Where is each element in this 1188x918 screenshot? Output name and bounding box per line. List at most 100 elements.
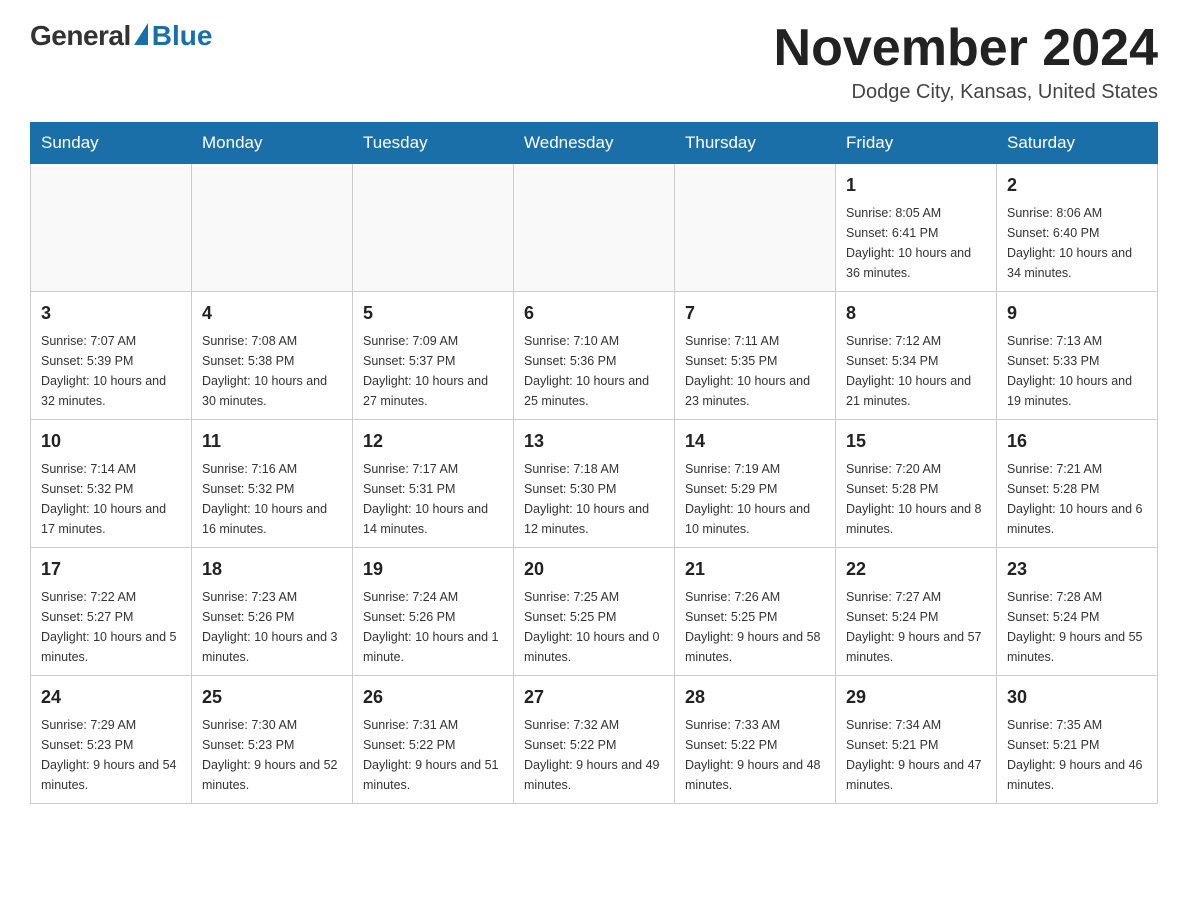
calendar-cell: 25 Sunrise: 7:30 AMSunset: 5:23 PMDayligh…: [192, 676, 353, 804]
day-number: 22: [846, 556, 986, 583]
calendar-cell: 12Sunrise: 7:17 AMSunset: 5:31 PMDayligh…: [353, 420, 514, 548]
day-info: Sunrise: 7:08 AMSunset: 5:38 PMDaylight:…: [202, 331, 342, 411]
day-number: 24: [41, 684, 181, 711]
day-number: 25: [202, 684, 342, 711]
day-info: Sunrise: 7:10 AMSunset: 5:36 PMDaylight:…: [524, 331, 664, 411]
day-number: 14: [685, 428, 825, 455]
day-info: Sunrise: 7:22 AMSunset: 5:27 PMDaylight:…: [41, 587, 181, 667]
week-row-3: 10 Sunrise: 7:14 AMSunset: 5:32 PMDayligh…: [31, 420, 1158, 548]
day-info: Sunrise: 7:14 AMSunset: 5:32 PMDaylight:…: [41, 459, 181, 539]
calendar-cell: 23 Sunrise: 7:28 AMSunset: 5:24 PMDayligh…: [997, 548, 1158, 676]
calendar-cell: 1 Sunrise: 8:05 AMSunset: 6:41 PMDaylight…: [836, 164, 997, 292]
title-area: November 2024 Dodge City, Kansas, United…: [774, 20, 1158, 104]
calendar-cell: 6Sunrise: 7:10 AMSunset: 5:36 PMDaylight…: [514, 292, 675, 420]
calendar-cell: 11 Sunrise: 7:16 AMSunset: 5:32 PMDayligh…: [192, 420, 353, 548]
week-row-1: 1 Sunrise: 8:05 AMSunset: 6:41 PMDaylight…: [31, 164, 1158, 292]
day-number: 15: [846, 428, 986, 455]
calendar-cell: 9 Sunrise: 7:13 AMSunset: 5:33 PMDaylight…: [997, 292, 1158, 420]
day-info: Sunrise: 7:34 AMSunset: 5:21 PMDaylight:…: [846, 715, 986, 795]
day-info: Sunrise: 7:29 AMSunset: 5:23 PMDaylight:…: [41, 715, 181, 795]
day-number: 10: [41, 428, 181, 455]
day-info: Sunrise: 7:13 AMSunset: 5:33 PMDaylight:…: [1007, 331, 1147, 411]
location-text: Dodge City, Kansas, United States: [774, 81, 1158, 104]
day-number: 1: [846, 172, 986, 199]
week-row-4: 17 Sunrise: 7:22 AMSunset: 5:27 PMDayligh…: [31, 548, 1158, 676]
calendar-cell: 5 Sunrise: 7:09 AMSunset: 5:37 PMDaylight…: [353, 292, 514, 420]
week-row-2: 3 Sunrise: 7:07 AMSunset: 5:39 PMDaylight…: [31, 292, 1158, 420]
calendar-cell: 29 Sunrise: 7:34 AMSunset: 5:21 PMDayligh…: [836, 676, 997, 804]
logo-general-text: General: [30, 20, 131, 52]
day-info: Sunrise: 7:09 AMSunset: 5:37 PMDaylight:…: [363, 331, 503, 411]
day-number: 16: [1007, 428, 1147, 455]
day-info: Sunrise: 7:27 AMSunset: 5:24 PMDaylight:…: [846, 587, 986, 667]
logo: General Blue: [30, 20, 212, 52]
day-info: Sunrise: 7:30 AMSunset: 5:23 PMDaylight:…: [202, 715, 342, 795]
calendar-cell: 4 Sunrise: 7:08 AMSunset: 5:38 PMDaylight…: [192, 292, 353, 420]
weekday-header-friday: Friday: [836, 123, 997, 164]
day-number: 8: [846, 300, 986, 327]
day-number: 29: [846, 684, 986, 711]
day-info: Sunrise: 7:32 AMSunset: 5:22 PMDaylight:…: [524, 715, 664, 795]
day-number: 7: [685, 300, 825, 327]
day-info: Sunrise: 7:35 AMSunset: 5:21 PMDaylight:…: [1007, 715, 1147, 795]
day-number: 30: [1007, 684, 1147, 711]
calendar-cell: 10 Sunrise: 7:14 AMSunset: 5:32 PMDayligh…: [31, 420, 192, 548]
weekday-header-thursday: Thursday: [675, 123, 836, 164]
day-number: 28: [685, 684, 825, 711]
calendar-cell: 15 Sunrise: 7:20 AMSunset: 5:28 PMDayligh…: [836, 420, 997, 548]
calendar-cell: 7 Sunrise: 7:11 AMSunset: 5:35 PMDaylight…: [675, 292, 836, 420]
day-number: 2: [1007, 172, 1147, 199]
calendar-cell: 13Sunrise: 7:18 AMSunset: 5:30 PMDayligh…: [514, 420, 675, 548]
day-number: 12: [363, 428, 503, 455]
weekday-header-saturday: Saturday: [997, 123, 1158, 164]
day-number: 19: [363, 556, 503, 583]
day-number: 26: [363, 684, 503, 711]
calendar-cell: 28 Sunrise: 7:33 AMSunset: 5:22 PMDayligh…: [675, 676, 836, 804]
calendar-cell: 22 Sunrise: 7:27 AMSunset: 5:24 PMDayligh…: [836, 548, 997, 676]
day-info: Sunrise: 7:31 AMSunset: 5:22 PMDaylight:…: [363, 715, 503, 795]
day-number: 23: [1007, 556, 1147, 583]
day-number: 18: [202, 556, 342, 583]
calendar-cell: [675, 164, 836, 292]
page-header: General Blue November 2024 Dodge City, K…: [30, 20, 1158, 104]
day-info: Sunrise: 7:21 AMSunset: 5:28 PMDaylight:…: [1007, 459, 1147, 539]
day-info: Sunrise: 7:12 AMSunset: 5:34 PMDaylight:…: [846, 331, 986, 411]
calendar-cell: 17 Sunrise: 7:22 AMSunset: 5:27 PMDayligh…: [31, 548, 192, 676]
calendar-cell: 3 Sunrise: 7:07 AMSunset: 5:39 PMDaylight…: [31, 292, 192, 420]
day-number: 11: [202, 428, 342, 455]
calendar-cell: 14 Sunrise: 7:19 AMSunset: 5:29 PMDayligh…: [675, 420, 836, 548]
calendar-cell: [31, 164, 192, 292]
day-info: Sunrise: 7:24 AMSunset: 5:26 PMDaylight:…: [363, 587, 503, 667]
day-info: Sunrise: 8:05 AMSunset: 6:41 PMDaylight:…: [846, 203, 986, 283]
day-number: 9: [1007, 300, 1147, 327]
calendar-cell: 16 Sunrise: 7:21 AMSunset: 5:28 PMDayligh…: [997, 420, 1158, 548]
weekday-header-row: SundayMondayTuesdayWednesdayThursdayFrid…: [31, 123, 1158, 164]
calendar-cell: 26 Sunrise: 7:31 AMSunset: 5:22 PMDayligh…: [353, 676, 514, 804]
day-info: Sunrise: 7:28 AMSunset: 5:24 PMDaylight:…: [1007, 587, 1147, 667]
weekday-header-wednesday: Wednesday: [514, 123, 675, 164]
day-info: Sunrise: 7:26 AMSunset: 5:25 PMDaylight:…: [685, 587, 825, 667]
day-info: Sunrise: 7:33 AMSunset: 5:22 PMDaylight:…: [685, 715, 825, 795]
day-number: 17: [41, 556, 181, 583]
day-number: 20: [524, 556, 664, 583]
day-info: Sunrise: 8:06 AMSunset: 6:40 PMDaylight:…: [1007, 203, 1147, 283]
day-info: Sunrise: 7:20 AMSunset: 5:28 PMDaylight:…: [846, 459, 986, 539]
day-info: Sunrise: 7:16 AMSunset: 5:32 PMDaylight:…: [202, 459, 342, 539]
calendar-cell: 20 Sunrise: 7:25 AMSunset: 5:25 PMDayligh…: [514, 548, 675, 676]
day-number: 4: [202, 300, 342, 327]
day-number: 13: [524, 428, 664, 455]
calendar-cell: 2 Sunrise: 8:06 AMSunset: 6:40 PMDaylight…: [997, 164, 1158, 292]
day-info: Sunrise: 7:11 AMSunset: 5:35 PMDaylight:…: [685, 331, 825, 411]
weekday-header-tuesday: Tuesday: [353, 123, 514, 164]
calendar-cell: 30 Sunrise: 7:35 AMSunset: 5:21 PMDayligh…: [997, 676, 1158, 804]
day-info: Sunrise: 7:19 AMSunset: 5:29 PMDaylight:…: [685, 459, 825, 539]
calendar-cell: 21Sunrise: 7:26 AMSunset: 5:25 PMDayligh…: [675, 548, 836, 676]
logo-blue-text: Blue: [152, 20, 213, 52]
calendar-cell: 27Sunrise: 7:32 AMSunset: 5:22 PMDayligh…: [514, 676, 675, 804]
day-info: Sunrise: 7:07 AMSunset: 5:39 PMDaylight:…: [41, 331, 181, 411]
day-info: Sunrise: 7:25 AMSunset: 5:25 PMDaylight:…: [524, 587, 664, 667]
day-number: 3: [41, 300, 181, 327]
day-number: 5: [363, 300, 503, 327]
weekday-header-sunday: Sunday: [31, 123, 192, 164]
calendar-cell: 18Sunrise: 7:23 AMSunset: 5:26 PMDayligh…: [192, 548, 353, 676]
